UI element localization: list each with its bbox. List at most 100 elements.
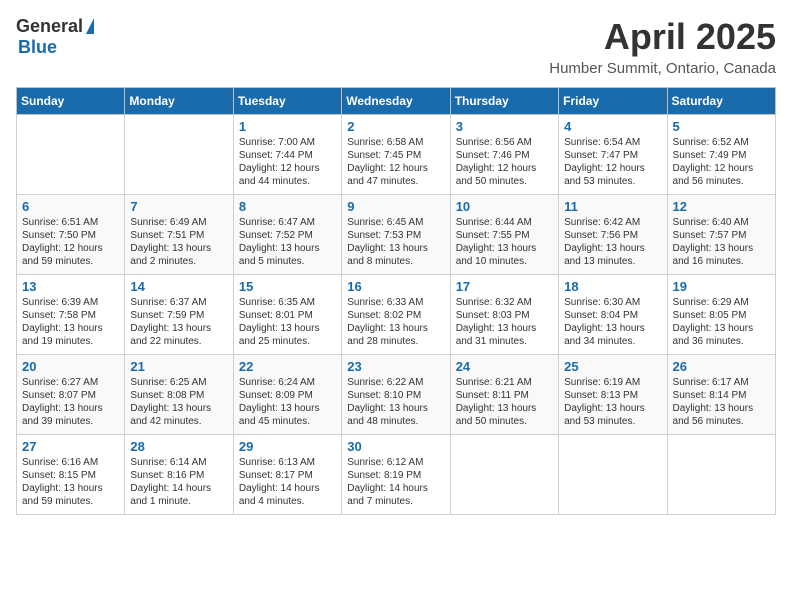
day-number: 15 [239, 279, 336, 294]
cell-content-line: Sunrise: 6:12 AM [347, 456, 444, 469]
cell-content-line: Sunset: 8:05 PM [673, 309, 770, 322]
calendar-cell: 19Sunrise: 6:29 AMSunset: 8:05 PMDayligh… [667, 275, 775, 355]
calendar-title: April 2025 [549, 16, 776, 58]
calendar-cell: 22Sunrise: 6:24 AMSunset: 8:09 PMDayligh… [233, 355, 341, 435]
cell-content-line: Daylight: 14 hours and 1 minute. [130, 482, 227, 508]
calendar-header-row: SundayMondayTuesdayWednesdayThursdayFrid… [17, 88, 776, 115]
cell-content-line: Daylight: 13 hours and 39 minutes. [22, 402, 119, 428]
column-header-saturday: Saturday [667, 88, 775, 115]
calendar-cell: 17Sunrise: 6:32 AMSunset: 8:03 PMDayligh… [450, 275, 558, 355]
cell-content-line: Sunrise: 6:58 AM [347, 136, 444, 149]
cell-content-line: Sunrise: 6:24 AM [239, 376, 336, 389]
day-number: 6 [22, 199, 119, 214]
cell-content-line: Sunset: 7:45 PM [347, 149, 444, 162]
cell-content-line: Sunset: 7:50 PM [22, 229, 119, 242]
day-number: 5 [673, 119, 770, 134]
logo-blue-text: Blue [18, 37, 57, 58]
cell-content-line: Sunrise: 6:32 AM [456, 296, 553, 309]
cell-content-line: Daylight: 13 hours and 36 minutes. [673, 322, 770, 348]
cell-content-line: Sunset: 7:52 PM [239, 229, 336, 242]
calendar-cell: 27Sunrise: 6:16 AMSunset: 8:15 PMDayligh… [17, 435, 125, 515]
cell-content-line: Sunset: 8:03 PM [456, 309, 553, 322]
calendar-cell: 15Sunrise: 6:35 AMSunset: 8:01 PMDayligh… [233, 275, 341, 355]
cell-content-line: Daylight: 13 hours and 59 minutes. [22, 482, 119, 508]
cell-content-line: Sunset: 8:11 PM [456, 389, 553, 402]
cell-content-line: Daylight: 13 hours and 53 minutes. [564, 402, 661, 428]
cell-content-line: Sunset: 7:47 PM [564, 149, 661, 162]
cell-content-line: Daylight: 13 hours and 5 minutes. [239, 242, 336, 268]
calendar-week-row: 1Sunrise: 7:00 AMSunset: 7:44 PMDaylight… [17, 115, 776, 195]
day-number: 10 [456, 199, 553, 214]
cell-content-line: Sunrise: 6:39 AM [22, 296, 119, 309]
cell-content-line: Daylight: 14 hours and 4 minutes. [239, 482, 336, 508]
calendar-week-row: 27Sunrise: 6:16 AMSunset: 8:15 PMDayligh… [17, 435, 776, 515]
cell-content-line: Sunset: 8:16 PM [130, 469, 227, 482]
calendar-cell: 14Sunrise: 6:37 AMSunset: 7:59 PMDayligh… [125, 275, 233, 355]
cell-content-line: Sunset: 8:13 PM [564, 389, 661, 402]
calendar-cell: 12Sunrise: 6:40 AMSunset: 7:57 PMDayligh… [667, 195, 775, 275]
cell-content-line: Sunset: 8:07 PM [22, 389, 119, 402]
cell-content-line: Sunset: 8:19 PM [347, 469, 444, 482]
cell-content-line: Sunset: 7:56 PM [564, 229, 661, 242]
cell-content-line: Daylight: 13 hours and 2 minutes. [130, 242, 227, 268]
cell-content-line: Sunset: 7:59 PM [130, 309, 227, 322]
day-number: 13 [22, 279, 119, 294]
cell-content-line: Sunrise: 6:35 AM [239, 296, 336, 309]
cell-content-line: Daylight: 13 hours and 22 minutes. [130, 322, 227, 348]
logo-triangle [86, 18, 94, 34]
day-number: 23 [347, 359, 444, 374]
day-number: 28 [130, 439, 227, 454]
cell-content-line: Daylight: 13 hours and 10 minutes. [456, 242, 553, 268]
column-header-friday: Friday [559, 88, 667, 115]
cell-content-line: Daylight: 13 hours and 50 minutes. [456, 402, 553, 428]
calendar-cell: 5Sunrise: 6:52 AMSunset: 7:49 PMDaylight… [667, 115, 775, 195]
cell-content-line: Daylight: 12 hours and 56 minutes. [673, 162, 770, 188]
day-number: 1 [239, 119, 336, 134]
day-number: 20 [22, 359, 119, 374]
day-number: 7 [130, 199, 227, 214]
cell-content-line: Daylight: 13 hours and 56 minutes. [673, 402, 770, 428]
cell-content-line: Daylight: 13 hours and 19 minutes. [22, 322, 119, 348]
cell-content-line: Sunset: 8:08 PM [130, 389, 227, 402]
calendar-cell: 6Sunrise: 6:51 AMSunset: 7:50 PMDaylight… [17, 195, 125, 275]
cell-content-line: Daylight: 12 hours and 59 minutes. [22, 242, 119, 268]
day-number: 29 [239, 439, 336, 454]
cell-content-line: Daylight: 12 hours and 44 minutes. [239, 162, 336, 188]
day-number: 9 [347, 199, 444, 214]
cell-content-line: Sunset: 8:17 PM [239, 469, 336, 482]
calendar-cell: 20 Sunrise: 6:27 AMSunset: 8:07 PMDayligh… [17, 355, 125, 435]
calendar-cell: 21Sunrise: 6:25 AMSunset: 8:08 PMDayligh… [125, 355, 233, 435]
cell-content-line: Sunrise: 6:30 AM [564, 296, 661, 309]
calendar-week-row: 6Sunrise: 6:51 AMSunset: 7:50 PMDaylight… [17, 195, 776, 275]
calendar-cell: 29 Sunrise: 6:13 AMSunset: 8:17 PMDayligh… [233, 435, 341, 515]
cell-content-line: Sunset: 7:51 PM [130, 229, 227, 242]
calendar-cell: 3Sunrise: 6:56 AMSunset: 7:46 PMDaylight… [450, 115, 558, 195]
cell-content-line: Sunrise: 6:25 AM [130, 376, 227, 389]
logo: General Blue [16, 16, 94, 58]
cell-content-line: Daylight: 14 hours and 7 minutes. [347, 482, 444, 508]
column-header-thursday: Thursday [450, 88, 558, 115]
day-number: 12 [673, 199, 770, 214]
day-number: 16 [347, 279, 444, 294]
calendar-cell [559, 435, 667, 515]
cell-content-line: Sunset: 8:14 PM [673, 389, 770, 402]
cell-content-line: Daylight: 13 hours and 16 minutes. [673, 242, 770, 268]
cell-content-line: Daylight: 13 hours and 8 minutes. [347, 242, 444, 268]
calendar-cell: 4Sunrise: 6:54 AMSunset: 7:47 PMDaylight… [559, 115, 667, 195]
day-number: 2 [347, 119, 444, 134]
calendar-cell: 26Sunrise: 6:17 AMSunset: 8:14 PMDayligh… [667, 355, 775, 435]
column-header-wednesday: Wednesday [342, 88, 450, 115]
cell-content-line: Daylight: 13 hours and 28 minutes. [347, 322, 444, 348]
cell-content-line: Sunrise: 6:13 AM [239, 456, 336, 469]
cell-content-line: Sunrise: 6:27 AM [22, 376, 119, 389]
day-number: 22 [239, 359, 336, 374]
cell-content-line: Sunrise: 6:37 AM [130, 296, 227, 309]
cell-content-line: Sunset: 8:04 PM [564, 309, 661, 322]
calendar-cell: 1Sunrise: 7:00 AMSunset: 7:44 PMDaylight… [233, 115, 341, 195]
calendar-cell: 10Sunrise: 6:44 AMSunset: 7:55 PMDayligh… [450, 195, 558, 275]
column-header-monday: Monday [125, 88, 233, 115]
cell-content-line: Sunrise: 6:16 AM [22, 456, 119, 469]
calendar-subtitle: Humber Summit, Ontario, Canada [549, 60, 776, 77]
column-header-sunday: Sunday [17, 88, 125, 115]
cell-content-line: Sunrise: 6:40 AM [673, 216, 770, 229]
